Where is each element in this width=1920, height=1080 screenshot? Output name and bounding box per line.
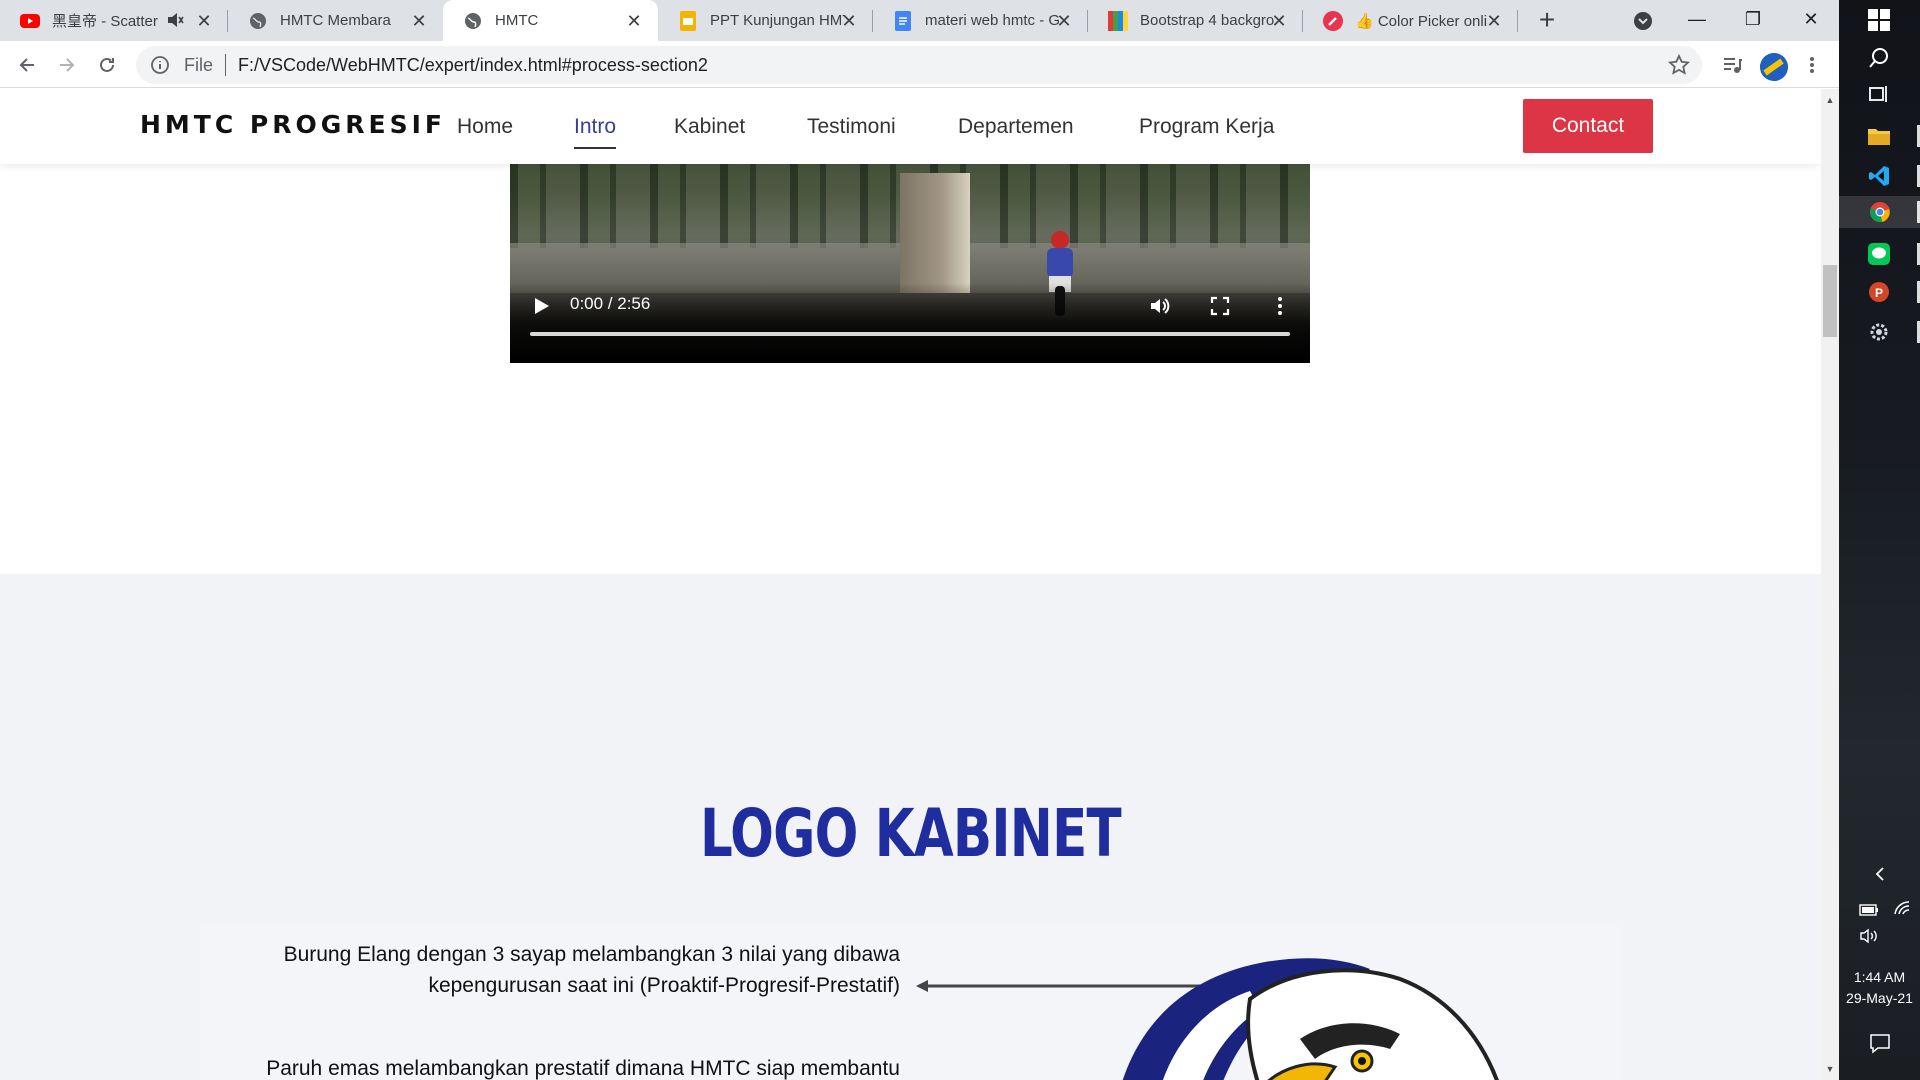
- tab-title: Bootstrap 4 backgro: [1140, 12, 1275, 29]
- media-queue-icon: [1724, 58, 1742, 73]
- back-button[interactable]: [11, 49, 43, 81]
- media-control-button[interactable]: [1716, 49, 1748, 81]
- svg-text:P: P: [1875, 286, 1883, 300]
- fullscreen-icon[interactable]: [1208, 294, 1232, 318]
- eagle-logo-image: [1122, 958, 1499, 1080]
- minimize-button[interactable]: —: [1669, 0, 1725, 41]
- scrollbar-thumb[interactable]: [1823, 265, 1837, 337]
- slides-icon: [678, 10, 698, 31]
- close-tab-icon[interactable]: ✕: [1269, 11, 1289, 31]
- docs-icon: [893, 10, 913, 31]
- site-navbar: HMTC PROGRESIF Home Intro Kabinet Testim…: [0, 89, 1821, 164]
- windows-start-icon[interactable]: [1859, 4, 1899, 36]
- close-tab-icon[interactable]: ✕: [409, 11, 429, 31]
- clock-date[interactable]: 29-May-21: [1839, 990, 1920, 1006]
- vscode-icon[interactable]: [1859, 160, 1899, 192]
- settings-icon[interactable]: [1859, 316, 1899, 348]
- battery-icon[interactable]: [1859, 904, 1879, 916]
- tab-title: HMTC Membara: [280, 12, 391, 29]
- chrome-icon[interactable]: [1839, 196, 1920, 228]
- close-tab-icon[interactable]: ✕: [839, 11, 859, 31]
- video-progress-bar[interactable]: [530, 332, 1290, 336]
- browser-tab[interactable]: 👍 Color Picker onli ✕: [1303, 0, 1518, 41]
- browser-tab-active[interactable]: HMTC ✕: [443, 0, 658, 41]
- arrow-right-icon: [60, 58, 75, 72]
- close-window-button[interactable]: ✕: [1783, 0, 1839, 41]
- windows-taskbar: P 1:44 AM 29-May-21: [1839, 0, 1920, 1080]
- nav-link-program-kerja[interactable]: Program Kerja: [1139, 115, 1274, 139]
- youtube-icon: [20, 11, 40, 31]
- site-brand-logo[interactable]: HMTC PROGRESIF: [140, 110, 446, 139]
- globe-icon: [248, 11, 268, 31]
- url-divider: [225, 54, 227, 76]
- color-picker-icon: [1323, 10, 1343, 31]
- close-tab-icon[interactable]: ✕: [1054, 11, 1074, 31]
- browser-tab[interactable]: PPT Kunjungan HMT ✕: [658, 0, 873, 41]
- more-vertical-icon: [1810, 57, 1814, 73]
- reload-button[interactable]: [91, 49, 123, 81]
- browser-toolbar: File F:/VSCode/WebHMTC/expert/index.html…: [0, 41, 1839, 88]
- bookmark-star-icon[interactable]: [1668, 54, 1690, 76]
- url-scheme-label: File: [184, 54, 214, 75]
- url-text[interactable]: F:/VSCode/WebHMTC/expert/index.html#proc…: [238, 55, 708, 76]
- scroll-up-arrow-icon[interactable]: ▲: [1825, 95, 1835, 105]
- audio-muted-icon[interactable]: [166, 10, 184, 30]
- show-hidden-icons-chevron-icon[interactable]: [1839, 866, 1920, 885]
- close-tab-icon[interactable]: ✕: [1484, 11, 1504, 31]
- address-bar[interactable]: File F:/VSCode/WebHMTC/expert/index.html…: [136, 46, 1702, 84]
- tab-title: 黑皇帝 - Scatter: [52, 13, 158, 30]
- close-tab-icon[interactable]: ✕: [624, 11, 644, 31]
- browser-menu-button[interactable]: [1796, 49, 1828, 81]
- video-frame-gate-pillar: [900, 173, 970, 293]
- info-icon[interactable]: [150, 55, 170, 75]
- volume-icon[interactable]: [1148, 294, 1172, 318]
- nav-link-home[interactable]: Home: [457, 115, 513, 139]
- logo-description-wings: Burung Elang dengan 3 sayap melambangkan…: [283, 943, 900, 997]
- arrow-left-icon: [19, 58, 34, 72]
- globe-icon: [463, 11, 483, 31]
- video-more-options-icon[interactable]: [1268, 294, 1292, 318]
- page-viewport: 0:00 / 2:56 HMTC PROGRESIF Home Intro Ka…: [0, 89, 1821, 1080]
- volume-tray-icon[interactable]: [1839, 928, 1920, 947]
- video-time-display: 0:00 / 2:56: [570, 294, 651, 313]
- play-icon[interactable]: [534, 297, 550, 315]
- bootstrap-icon: [1108, 10, 1128, 31]
- tab-search-icon[interactable]: [1630, 8, 1656, 34]
- forward-button[interactable]: [51, 49, 83, 81]
- action-center-icon[interactable]: [1839, 1032, 1920, 1057]
- tab-title: materi web hmtc - G: [925, 12, 1060, 29]
- nav-link-kabinet[interactable]: Kabinet: [674, 115, 745, 139]
- wifi-icon[interactable]: [1893, 900, 1911, 916]
- profile-avatar[interactable]: [1760, 53, 1788, 81]
- logo-description-beak: Paruh emas melambangkan prestatif dimana…: [266, 1057, 900, 1080]
- logo-kabinet-heading: LOGO KABINET: [699, 795, 1122, 872]
- tab-title: HMTC: [495, 12, 539, 29]
- browser-tab[interactable]: materi web hmtc - G ✕: [873, 0, 1088, 41]
- task-view-icon[interactable]: [1859, 78, 1899, 110]
- file-explorer-icon[interactable]: [1859, 120, 1899, 152]
- browser-tab[interactable]: 黑皇帝 - Scatter ✕: [0, 0, 228, 41]
- nav-link-testimoni[interactable]: Testimoni: [807, 115, 896, 139]
- search-icon[interactable]: [1859, 42, 1899, 74]
- browser-tab-strip: 黑皇帝 - Scatter ✕ HMTC Membara ✕ HMTC ✕ PP…: [0, 0, 1839, 41]
- browser-tab[interactable]: HMTC Membara ✕: [228, 0, 443, 41]
- new-tab-button[interactable]: +: [1532, 6, 1562, 36]
- close-tab-icon[interactable]: ✕: [194, 11, 214, 31]
- tab-title: PPT Kunjungan HMT: [710, 12, 845, 29]
- clock-time[interactable]: 1:44 AM: [1839, 969, 1920, 985]
- reload-icon: [100, 57, 114, 72]
- nav-link-departemen[interactable]: Departemen: [958, 115, 1074, 139]
- contact-button[interactable]: Contact: [1523, 99, 1653, 153]
- powerpoint-icon[interactable]: P: [1859, 276, 1899, 308]
- tab-title: 👍 Color Picker onli: [1355, 12, 1488, 30]
- page-scrollbar[interactable]: ▲ ▼: [1821, 89, 1839, 1080]
- line-icon[interactable]: [1859, 238, 1899, 270]
- system-tray-row: [1839, 900, 1920, 919]
- tab-separator: [1517, 10, 1518, 32]
- nav-link-intro[interactable]: Intro: [574, 115, 617, 149]
- scroll-down-arrow-icon[interactable]: ▼: [1825, 1064, 1835, 1074]
- restore-button[interactable]: ❐: [1725, 0, 1781, 41]
- browser-tab[interactable]: Bootstrap 4 backgro ✕: [1088, 0, 1303, 41]
